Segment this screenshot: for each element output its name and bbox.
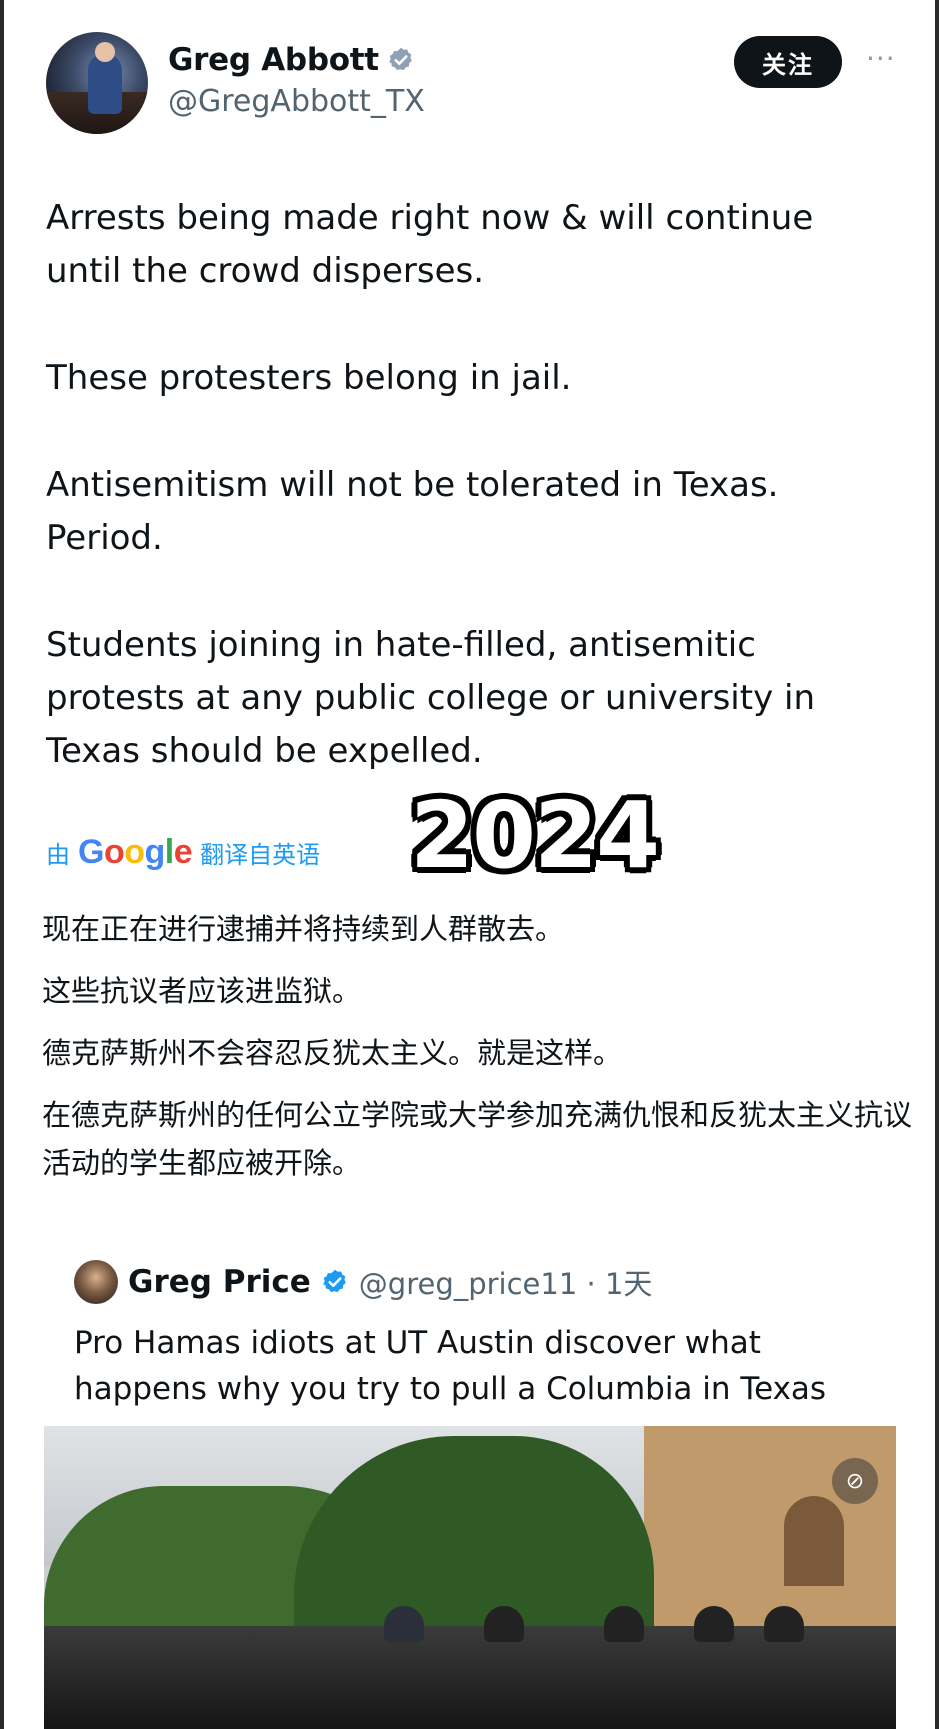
quoted-tweet-header: Greg Price @greg_price11 · 1天 <box>74 1260 652 1304</box>
quoted-author-avatar[interactable] <box>74 1260 118 1304</box>
quoted-tweet-media[interactable]: ⊘ <box>44 1426 896 1729</box>
author-handle[interactable]: @GregAbbott_TX <box>168 84 425 119</box>
tweet-paragraph: Arrests being made right now & will cont… <box>46 198 814 291</box>
tweet-paragraph: These protesters belong in jail. <box>46 358 572 398</box>
year-overlay: 2024 <box>410 782 660 889</box>
translated-body: 现在正在进行逮捕并将持续到人群散去。 这些抗议者应该进监狱。 德克萨斯州不会容忍… <box>42 905 912 1201</box>
quoted-author-handle-time[interactable]: @greg_price11 · 1天 <box>359 1261 653 1303</box>
author-avatar[interactable] <box>46 32 148 134</box>
screen-frame-right <box>935 0 939 1729</box>
translated-paragraph: 这些抗议者应该进监狱。 <box>42 974 362 1008</box>
tweet-body: Arrests being made right now & will cont… <box>46 192 896 832</box>
tweet-paragraph: Antisemitism will not be tolerated in Te… <box>46 465 779 558</box>
screen-frame-left <box>0 0 4 1729</box>
sensitive-media-icon[interactable]: ⊘ <box>832 1458 878 1504</box>
quoted-tweet-text: Pro Hamas idiots at UT Austin discover w… <box>74 1325 827 1407</box>
more-options-icon[interactable]: ··· <box>866 42 896 75</box>
translated-paragraph: 现在正在进行逮捕并将持续到人群散去。 <box>42 912 565 946</box>
quoted-tweet-card[interactable]: Greg Price @greg_price11 · 1天 Pro Hamas … <box>40 1240 900 1729</box>
author-display-name[interactable]: Greg Abbott <box>168 42 379 78</box>
translation-attribution[interactable]: 由 Google 翻译自英语 <box>46 832 320 872</box>
google-logo: Google <box>78 832 193 871</box>
translated-paragraph: 在德克萨斯州的任何公立学院或大学参加充满仇恨和反犹太主义抗议活动的学生都应被开除… <box>42 1098 913 1180</box>
follow-button[interactable]: 关注 <box>734 36 842 88</box>
verified-badge-icon <box>322 1269 346 1293</box>
tweet-header: Greg Abbott @GregAbbott_TX 关注 ··· <box>46 32 896 142</box>
translation-suffix: 翻译自英语 <box>200 840 321 869</box>
tweet-paragraph: Students joining in hate-filled, antisem… <box>46 625 816 771</box>
translated-paragraph: 德克萨斯州不会容忍反犹太主义。就是这样。 <box>42 1036 623 1070</box>
quoted-author-name[interactable]: Greg Price <box>128 1264 311 1300</box>
author-name-row: Greg Abbott <box>168 42 415 78</box>
translation-prefix: 由 <box>46 840 70 869</box>
verified-badge-icon <box>388 47 412 71</box>
